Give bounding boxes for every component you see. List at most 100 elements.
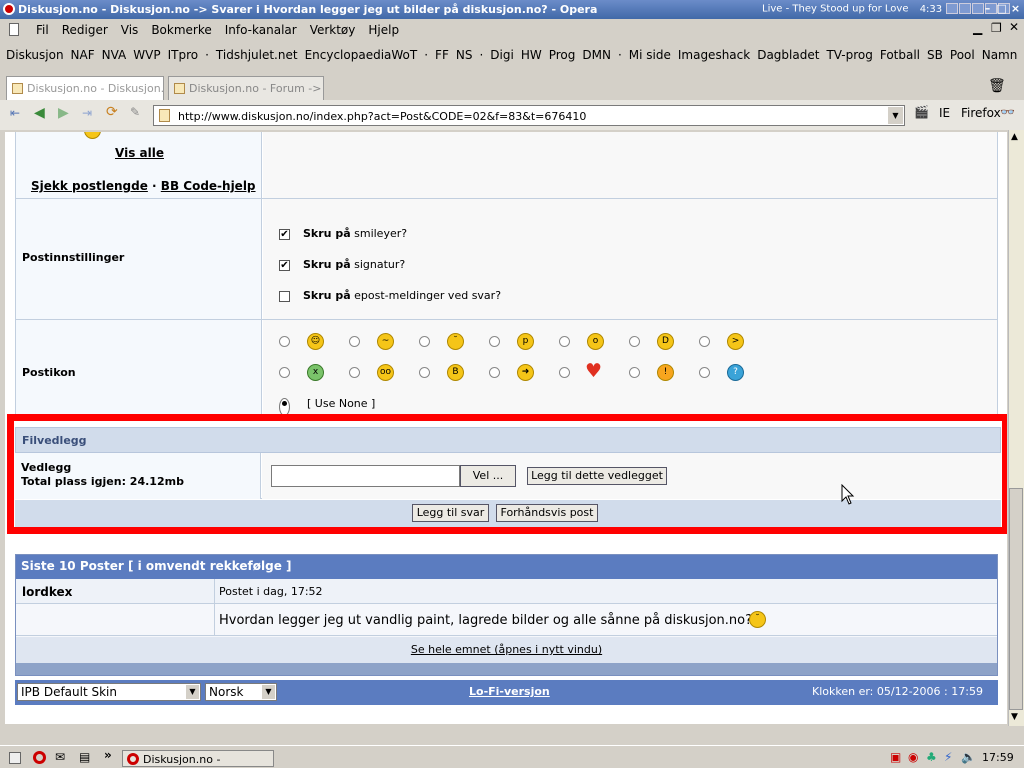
icon-radio[interactable] <box>559 367 570 378</box>
smileys-checkbox[interactable]: ✔ <box>279 229 290 240</box>
bookmark[interactable]: Mi side <box>629 48 671 62</box>
icon-radio[interactable] <box>489 367 500 378</box>
icon-radio[interactable] <box>629 336 640 347</box>
opera-icon[interactable] <box>33 751 46 764</box>
email-notify-checkbox[interactable] <box>279 291 290 302</box>
bookmark[interactable]: Fotball <box>880 48 920 62</box>
icon-radio[interactable] <box>629 367 640 378</box>
bookmark[interactable]: NS <box>456 48 473 62</box>
file-path-input[interactable] <box>271 465 460 487</box>
trash-icon[interactable]: 🗑 <box>988 78 1006 94</box>
icon-radio[interactable] <box>349 336 360 347</box>
minimize-icon[interactable]: – <box>980 2 995 16</box>
menu-hjelp[interactable]: Hjelp <box>368 23 399 37</box>
glasses-icon[interactable]: 👓 <box>1000 105 1015 119</box>
bookmark[interactable]: HW <box>521 48 542 62</box>
tray-icon[interactable]: ♣ <box>926 750 937 764</box>
fast-forward-icon[interactable]: ⇥ <box>82 106 92 120</box>
bookmark[interactable]: NAF <box>71 48 95 62</box>
skin-select[interactable]: IPB Default Skin ▼ <box>17 683 201 701</box>
bookmark[interactable]: Namn <box>982 48 1018 62</box>
icon-radio[interactable] <box>489 336 500 347</box>
language-select[interactable]: Norsk ▼ <box>205 683 277 701</box>
minimize-doc-icon[interactable]: ▁ <box>973 21 982 35</box>
icon-radio[interactable] <box>419 367 430 378</box>
bookmark[interactable]: EncyclopaediaWoT <box>305 48 418 62</box>
add-attachment-button[interactable]: Legg til dette vedlegget <box>527 467 667 485</box>
icon-radio[interactable] <box>699 367 710 378</box>
post-author[interactable]: lordkex <box>22 585 72 599</box>
address-field[interactable]: http://www.diskusjon.no/index.php?act=Po… <box>153 105 905 126</box>
icon-radio[interactable] <box>279 336 290 347</box>
smiley-icon <box>84 132 101 139</box>
close-icon[interactable]: × <box>1008 2 1023 16</box>
menu-vis[interactable]: Vis <box>121 23 139 37</box>
tray-icon[interactable]: ◉ <box>908 750 918 764</box>
bookmark[interactable]: NVA <box>102 48 127 62</box>
firefox-button[interactable]: Firefox <box>961 106 1001 120</box>
tab-bar: Diskusjon.no - Diskusjon... Diskusjon.no… <box>0 72 1024 100</box>
bookmark[interactable]: SB <box>927 48 943 62</box>
icon-radio[interactable] <box>419 336 430 347</box>
bookmark[interactable]: DMN <box>582 48 611 62</box>
browse-button[interactable]: Vel ... <box>460 465 516 487</box>
media-button[interactable] <box>946 3 959 14</box>
bookmark[interactable]: Dagbladet <box>757 48 819 62</box>
menu-fil[interactable]: Fil <box>36 23 49 37</box>
tab-active[interactable]: Diskusjon.no - Diskusjon... <box>6 76 164 100</box>
back-all-icon[interactable]: ⇤ <box>10 106 20 120</box>
desktop-icon[interactable] <box>9 752 21 764</box>
clapper-icon[interactable]: 🎬 <box>914 105 929 119</box>
bookmark[interactable]: Diskusjon <box>6 48 64 62</box>
icon-radio[interactable] <box>349 367 360 378</box>
maximize-icon[interactable]: □ <box>994 2 1009 16</box>
bookmark[interactable]: Digi <box>490 48 514 62</box>
bookmark[interactable]: Prog <box>549 48 576 62</box>
bookmark[interactable]: Pool <box>950 48 975 62</box>
notes-icon[interactable]: ▤ <box>79 750 90 764</box>
chevron-down-icon[interactable]: ▼ <box>888 107 903 124</box>
vis-alle-link[interactable]: Vis alle <box>115 146 164 160</box>
volume-icon[interactable]: 🔈 <box>961 750 976 764</box>
bookmark[interactable]: ITpro <box>168 48 199 62</box>
preview-post-button[interactable]: Forhåndsvis post <box>496 504 598 522</box>
see-whole-topic-link[interactable]: Se hele emnet (åpnes i nytt vindu) <box>411 643 602 656</box>
app-icon[interactable]: ✉ <box>55 750 65 764</box>
submit-reply-button[interactable]: Legg til svar <box>412 504 489 522</box>
scroll-down-icon[interactable]: ▼ <box>1011 712 1018 722</box>
bookmark[interactable]: WVP <box>133 48 160 62</box>
menu-bokmerke[interactable]: Bokmerke <box>151 23 211 37</box>
bookmark[interactable]: TV-prog <box>826 48 872 62</box>
scroll-up-icon[interactable]: ▲ <box>1011 132 1018 142</box>
bookmark[interactable]: Tidshjulet.net <box>216 48 298 62</box>
reload-icon[interactable]: ⟳ <box>106 104 118 120</box>
edit-icon[interactable]: ✎ <box>130 105 140 119</box>
bookmark[interactable]: Imageshack <box>678 48 750 62</box>
menu-info-kanalar[interactable]: Info-kanalar <box>225 23 297 37</box>
window-title: Diskusjon.no - Diskusjon.no -> Svarer i … <box>18 3 598 16</box>
ie-button[interactable]: IE <box>939 106 950 120</box>
signature-checkbox[interactable]: ✔ <box>279 260 290 271</box>
tab-inactive[interactable]: Diskusjon.no - Forum -> Vi... <box>168 76 324 100</box>
forward-icon[interactable]: ▶ <box>58 105 69 121</box>
lofi-version-link[interactable]: Lo-Fi-versjon <box>469 685 550 698</box>
page-icon <box>159 109 170 122</box>
icon-radio[interactable] <box>699 336 710 347</box>
taskbar-item[interactable]: Diskusjon.no - Diskusj... <box>122 750 274 768</box>
close-doc-icon[interactable]: ✕ <box>1009 20 1019 34</box>
see-all-row: Se hele emnet (åpnes i nytt vindu) <box>16 637 997 663</box>
restore-doc-icon[interactable]: ❐ <box>991 21 1002 35</box>
back-icon[interactable]: ◀ <box>34 105 45 121</box>
menu-verktoy[interactable]: Verktøy <box>310 23 356 37</box>
menu-rediger[interactable]: Rediger <box>62 23 108 37</box>
bookmark[interactable]: FF <box>435 48 449 62</box>
tray-icon[interactable]: ⚡ <box>944 750 952 764</box>
icon-radio[interactable] <box>279 367 290 378</box>
chevron-right-icon[interactable]: » <box>104 748 112 762</box>
tray-icon[interactable]: ▣ <box>890 750 901 764</box>
media-button[interactable] <box>959 3 972 14</box>
icon-radio[interactable] <box>559 336 570 347</box>
scrollbar-thumb[interactable] <box>1009 488 1023 710</box>
sjekk-postlengde-link[interactable]: Sjekk postlengde <box>31 179 148 193</box>
bb-code-help-link[interactable]: BB Code-hjelp <box>161 179 256 193</box>
